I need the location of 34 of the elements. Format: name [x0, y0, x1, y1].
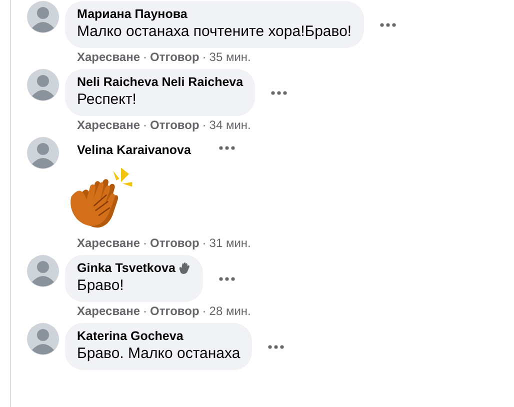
separator-dot: ·	[202, 304, 206, 319]
author-name[interactable]: Neli Raicheva Neli Raicheva	[77, 75, 244, 90]
action-link[interactable]: Харесване	[77, 50, 140, 65]
timestamp[interactable]: 28 мин.	[209, 304, 251, 319]
comment-text: Браво!	[77, 276, 125, 295]
separator-dot: ·	[143, 236, 148, 251]
action-link[interactable]: Харесване	[77, 236, 140, 251]
author-name[interactable]: Velina Karaivanova	[77, 143, 191, 158]
timestamp[interactable]: 34 мин.	[209, 118, 251, 133]
timestamp[interactable]: 35 мин.	[209, 50, 251, 65]
avatar-icon[interactable]	[27, 1, 59, 33]
action-link[interactable]: Харесване	[77, 304, 140, 319]
avatar-icon[interactable]	[27, 69, 59, 101]
avatar-icon[interactable]	[27, 323, 59, 355]
comment-text: Респект!	[77, 90, 138, 109]
timestamp[interactable]: 31 мин.	[209, 236, 251, 251]
separator-dot: ·	[143, 50, 148, 65]
separator-dot: ·	[143, 118, 148, 133]
action-link[interactable]: Отговор	[150, 50, 200, 65]
author-name[interactable]: Ginka Tsvetkova	[77, 261, 176, 276]
action-link[interactable]: Отговор	[150, 236, 200, 251]
separator-dot: ·	[202, 118, 206, 133]
action-link[interactable]: Харесване	[77, 118, 140, 133]
comment-text: Малко останаха почтените хора!Браво!	[77, 22, 352, 41]
separator-dot: ·	[202, 50, 206, 65]
author-name[interactable]: Katerina Gocheva	[77, 329, 184, 344]
avatar-icon[interactable]	[27, 137, 59, 169]
action-link[interactable]: Отговор	[150, 118, 200, 133]
separator-dot: ·	[143, 304, 148, 319]
author-name[interactable]: Мариана Паунова	[77, 7, 188, 22]
comment-text: Браво. Малко останаха	[77, 344, 240, 363]
action-link[interactable]: Отговор	[150, 304, 200, 319]
avatar-icon[interactable]	[27, 255, 59, 287]
separator-dot: ·	[202, 236, 206, 251]
